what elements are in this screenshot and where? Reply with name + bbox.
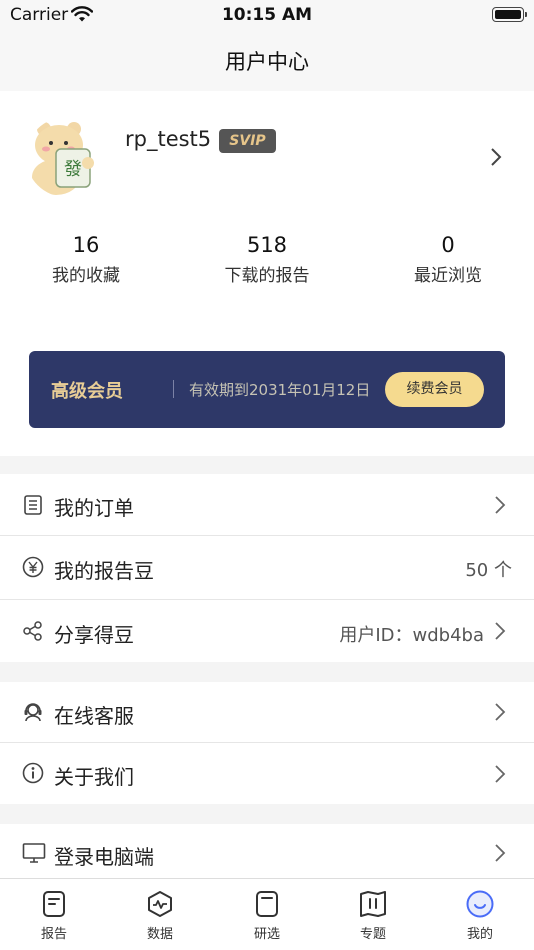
chevron-right-icon[interactable] xyxy=(490,147,502,171)
svg-text:發: 發 xyxy=(64,159,82,180)
share-icon xyxy=(22,620,44,646)
menu-label: 关于我们 xyxy=(54,765,134,789)
battery-icon xyxy=(492,7,527,22)
tab-label: 专题 xyxy=(359,927,386,942)
stat-favorites[interactable]: 16 我的收藏 xyxy=(16,231,156,286)
vip-title: 高级会员 xyxy=(51,381,123,402)
tab-topic[interactable]: 专题 xyxy=(343,890,403,942)
headset-icon xyxy=(22,701,44,727)
vip-divider xyxy=(173,380,174,398)
username: rp_test5 xyxy=(125,127,212,151)
navigation-bar: 用户中心 xyxy=(0,30,534,91)
menu-item-online-support[interactable]: 在线客服 xyxy=(0,682,534,742)
stat-label: 最近浏览 xyxy=(414,266,482,286)
avatar[interactable]: 發 xyxy=(26,117,106,197)
menu-item-share[interactable]: 分享得豆 用户ID：wdb4ba xyxy=(0,600,534,662)
tab-bar: 报告 数据 研选 专题 我的 xyxy=(0,878,534,950)
menu-label: 登录电脑端 xyxy=(54,845,154,869)
report-icon xyxy=(24,890,84,918)
research-icon xyxy=(237,890,297,918)
menu-item-report-beans[interactable]: 我的报告豆 50 个 xyxy=(0,536,534,599)
menu-item-orders[interactable]: 我的订单 xyxy=(0,474,534,535)
menu-label: 我的订单 xyxy=(54,496,134,520)
chevron-right-icon xyxy=(494,764,506,788)
topic-icon xyxy=(343,890,403,918)
tab-research[interactable]: 研选 xyxy=(237,890,297,942)
menu-label: 我的报告豆 xyxy=(54,559,154,583)
chevron-right-icon xyxy=(494,621,506,645)
menu-item-about-us[interactable]: 关于我们 xyxy=(0,743,534,804)
info-icon xyxy=(22,762,44,788)
user-id: 用户ID：wdb4ba xyxy=(339,625,484,646)
beans-count: 50 个 xyxy=(465,560,512,581)
tab-label: 数据 xyxy=(146,927,173,942)
tab-label: 研选 xyxy=(253,927,280,942)
clock: 10:15 AM xyxy=(221,5,313,25)
stat-label: 下载的报告 xyxy=(224,266,310,286)
svip-badge: SVIP xyxy=(219,129,276,153)
data-icon xyxy=(130,890,190,918)
stat-value: 0 xyxy=(441,233,455,257)
monitor-icon xyxy=(22,842,46,868)
menu-item-desktop-login[interactable]: 登录电脑端 xyxy=(0,824,534,878)
page-title: 用户中心 xyxy=(225,50,309,74)
vip-expiry: 有效期到2031年01月12日 xyxy=(189,381,371,399)
tab-me[interactable]: 我的 xyxy=(450,890,510,942)
stat-recent[interactable]: 0 最近浏览 xyxy=(378,231,518,286)
stat-downloads[interactable]: 518 下载的报告 xyxy=(197,231,337,286)
stat-value: 16 xyxy=(72,233,100,257)
tab-report[interactable]: 报告 xyxy=(24,890,84,942)
tab-data[interactable]: 数据 xyxy=(130,890,190,942)
renew-membership-button[interactable]: 续费会员 xyxy=(385,372,484,407)
status-bar: Carrier 10:15 AM xyxy=(0,0,534,30)
menu-label: 分享得豆 xyxy=(54,623,134,647)
vip-card: 高级会员 有效期到2031年01月12日 续费会员 xyxy=(29,351,505,428)
stat-value: 518 xyxy=(246,233,288,257)
tab-label: 报告 xyxy=(40,927,67,942)
list-icon xyxy=(22,494,44,520)
me-icon xyxy=(450,890,510,918)
chevron-right-icon xyxy=(494,702,506,726)
yen-icon xyxy=(22,556,44,582)
chevron-right-icon xyxy=(494,495,506,519)
tab-label: 我的 xyxy=(466,927,493,942)
profile-section: 發 rp_test5 SVIP 16 我的收藏 518 下载的报告 0 最近浏览… xyxy=(0,91,534,456)
chevron-right-icon xyxy=(494,843,506,867)
stat-label: 我的收藏 xyxy=(52,266,120,286)
menu-label: 在线客服 xyxy=(54,704,134,728)
